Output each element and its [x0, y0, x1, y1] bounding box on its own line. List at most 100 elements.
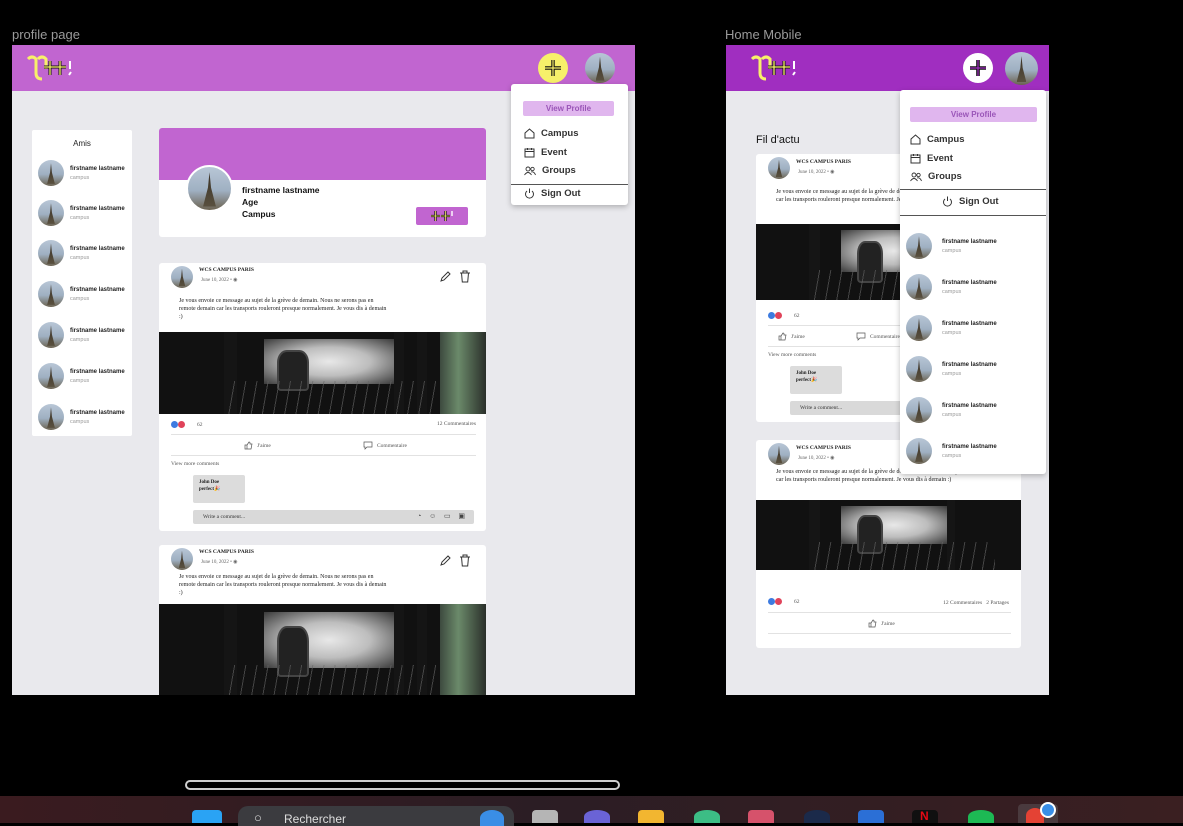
- comment-button[interactable]: Commentaire: [363, 441, 407, 450]
- write-comment-placeholder: Write a comment...: [203, 514, 246, 520]
- profile-name: firstname lastname: [242, 185, 320, 195]
- friend-item[interactable]: firstname lastname campus: [38, 281, 125, 307]
- sign-out-button[interactable]: Sign Out: [524, 188, 581, 199]
- home-icon: [910, 134, 921, 145]
- write-comment-input[interactable]: Write a comment... ◔ ☺ ▭ ▣: [193, 510, 474, 524]
- like-button[interactable]: J'aime: [868, 619, 895, 628]
- friend-name: firstname lastname: [70, 205, 125, 212]
- friends-title: Amis: [73, 139, 91, 148]
- friend-item[interactable]: firstname lastname campus: [38, 200, 125, 226]
- friend-item[interactable]: firstname lastname campus: [906, 397, 997, 423]
- thumbs-up-icon: [778, 332, 787, 341]
- friend-campus: campus: [942, 288, 962, 295]
- edit-post-pencil-icon[interactable]: [439, 270, 452, 283]
- like-button[interactable]: J'aime: [778, 332, 805, 341]
- canvas-horizontal-scrollbar[interactable]: [185, 780, 620, 790]
- menu-item-groups[interactable]: Groups: [524, 165, 576, 176]
- friend-item[interactable]: firstname lastname campus: [906, 438, 997, 464]
- profile-avatar-button[interactable]: [1005, 52, 1038, 85]
- friend-name: firstname lastname: [942, 238, 997, 245]
- friend-item[interactable]: firstname lastname campus: [906, 315, 997, 341]
- menu-item-campus[interactable]: Campus: [910, 134, 964, 145]
- menu-item-campus[interactable]: Campus: [524, 128, 578, 139]
- post-date: June 10, 2022 •: [798, 456, 831, 461]
- reaction-summary[interactable]: 62: [768, 598, 800, 605]
- steam-icon[interactable]: [804, 810, 830, 823]
- post-photo[interactable]: [159, 332, 486, 414]
- reaction-summary[interactable]: 62: [768, 312, 800, 319]
- folder-icon[interactable]: [638, 810, 664, 823]
- spotify-icon[interactable]: [968, 810, 994, 823]
- slack-icon[interactable]: [694, 810, 720, 823]
- like-label: J'aime: [881, 620, 895, 627]
- friend-item[interactable]: firstname lastname campus: [38, 322, 125, 348]
- reaction-summary[interactable]: 62: [171, 421, 203, 428]
- friend-item[interactable]: firstname lastname campus: [38, 240, 125, 266]
- friend-item[interactable]: firstname lastname campus: [906, 274, 997, 300]
- windows-start-icon[interactable]: [192, 810, 222, 823]
- comment-tools-icons[interactable]: ◔ ☺ ▭ ▣: [417, 512, 468, 520]
- friend-item[interactable]: firstname lastname campus: [38, 363, 125, 389]
- git-icon[interactable]: [748, 810, 774, 823]
- friend-name: firstname lastname: [942, 443, 997, 450]
- avatar: [38, 322, 64, 348]
- friend-campus: campus: [70, 336, 90, 343]
- comment-author: John Doe: [199, 480, 220, 485]
- home-icon: [524, 128, 535, 139]
- friend-item[interactable]: firstname lastname campus: [38, 404, 125, 430]
- comments-count[interactable]: 12 Commentaires: [437, 421, 476, 427]
- view-more-comments-link[interactable]: View more comments: [171, 461, 219, 467]
- friend-item[interactable]: firstname lastname campus: [906, 233, 997, 259]
- mobile-frame-label: Home Mobile: [725, 27, 802, 42]
- friend-item[interactable]: firstname lastname campus: [906, 356, 997, 382]
- menu-item-event[interactable]: Event: [910, 153, 953, 164]
- view-profile-button[interactable]: View Profile: [910, 107, 1037, 122]
- edit-post-pencil-icon[interactable]: [439, 554, 452, 567]
- file-viewer-icon[interactable]: [532, 810, 558, 823]
- calendar-app-icon[interactable]: [858, 810, 884, 823]
- shares-count[interactable]: 2 Partages: [986, 600, 1009, 606]
- friend-campus: campus: [942, 411, 962, 418]
- add-post-button[interactable]: [963, 53, 993, 83]
- friend-name: firstname lastname: [70, 165, 125, 172]
- view-profile-button[interactable]: View Profile: [523, 101, 614, 116]
- avatar: [906, 233, 932, 259]
- profile-avatar-button[interactable]: [585, 53, 615, 83]
- app-logo-icon[interactable]: [748, 53, 800, 83]
- comment-text: perfect🎉: [796, 378, 818, 383]
- bing-icon[interactable]: [480, 810, 504, 826]
- calendar-icon: [910, 154, 921, 164]
- post-photo[interactable]: [756, 500, 1021, 570]
- like-button[interactable]: J'aime: [244, 441, 271, 450]
- post-date: June 10, 2022 •: [201, 560, 234, 565]
- comment-bubble-icon: [856, 332, 866, 341]
- post-date: June 10, 2022 •: [201, 278, 234, 283]
- app-logo-icon[interactable]: [24, 53, 76, 83]
- post-photo[interactable]: [159, 604, 486, 695]
- like-reaction-icon: [768, 312, 775, 319]
- globe-icon: ◉: [233, 278, 238, 283]
- delete-post-trash-icon[interactable]: [459, 554, 471, 567]
- friend-item[interactable]: firstname lastname campus: [38, 160, 125, 186]
- delete-post-trash-icon[interactable]: [459, 270, 471, 283]
- add-post-button[interactable]: [538, 53, 568, 83]
- comment-button[interactable]: Commentaire: [856, 332, 900, 341]
- view-more-comments-link[interactable]: View more comments: [768, 352, 816, 358]
- avatar: [38, 160, 64, 186]
- friend-campus: campus: [70, 418, 90, 425]
- edit-profile-button[interactable]: [416, 207, 468, 225]
- netflix-icon[interactable]: N: [912, 809, 938, 823]
- comment-bubble: John Doe perfect🎉: [790, 366, 842, 394]
- reaction-count: 62: [197, 421, 203, 428]
- post-author: WCS CAMPUS PARIS: [796, 445, 851, 451]
- teams-icon[interactable]: [584, 810, 610, 823]
- post-text: Je vous envoie ce message au sujet de la…: [179, 298, 387, 321]
- comments-count[interactable]: 12 Commentaires: [943, 600, 982, 606]
- menu-item-groups[interactable]: Groups: [910, 171, 962, 182]
- taskbar-search-box[interactable]: ○ Rechercher: [238, 806, 514, 826]
- menu-item-event[interactable]: Event: [524, 147, 567, 158]
- chrome-icon[interactable]: [1018, 802, 1058, 823]
- avatar: [768, 443, 790, 465]
- sign-out-button[interactable]: Sign Out: [942, 196, 999, 207]
- friend-name: firstname lastname: [942, 402, 997, 409]
